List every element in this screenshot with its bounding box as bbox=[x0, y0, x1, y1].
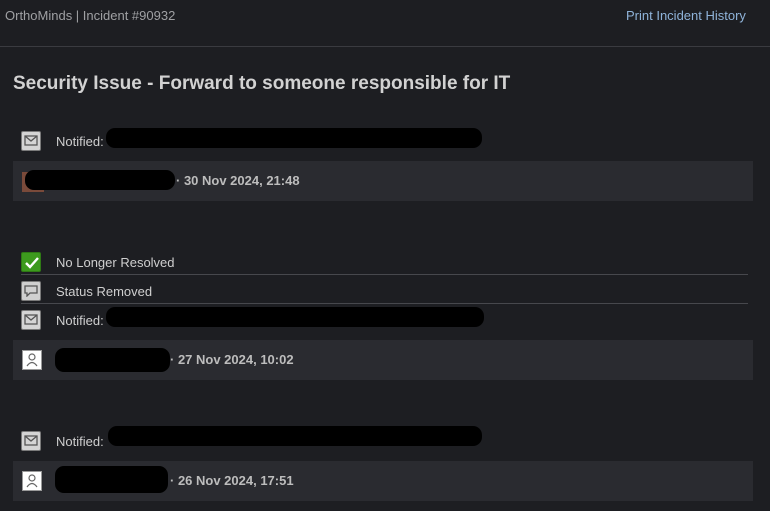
event-label: No Longer Resolved bbox=[56, 255, 175, 270]
mail-icon bbox=[21, 131, 41, 151]
user-avatar-icon bbox=[22, 471, 42, 491]
event-timestamp: · 26 Nov 2024, 17:51 bbox=[170, 473, 294, 488]
event-label: Notified: bbox=[56, 434, 104, 449]
mail-icon bbox=[21, 431, 41, 451]
event-author-bar: · 26 Nov 2024, 17:51 bbox=[13, 461, 753, 501]
history-event: Notified: bbox=[21, 304, 748, 333]
event-label: Status Removed bbox=[56, 284, 153, 299]
incident-title: Security Issue - Forward to someone resp… bbox=[13, 73, 511, 94]
top-bar: OrthoMinds | Incident #90932 Print Incid… bbox=[0, 0, 770, 47]
redacted-author-name bbox=[55, 348, 170, 372]
redacted-recipients bbox=[106, 307, 484, 327]
history-event: No Longer Resolved bbox=[21, 246, 748, 275]
event-author-bar: · 27 Nov 2024, 10:02 bbox=[13, 340, 753, 380]
redacted-author-name bbox=[55, 466, 168, 493]
event-author-bar: · 30 Nov 2024, 21:48 bbox=[13, 161, 753, 201]
event-timestamp: · 27 Nov 2024, 10:02 bbox=[170, 352, 294, 367]
redacted-recipients bbox=[106, 128, 482, 148]
comment-icon bbox=[21, 281, 41, 301]
history-event: Status Removed bbox=[21, 275, 748, 304]
print-incident-history-link[interactable]: Print Incident History bbox=[626, 8, 746, 23]
event-label: Notified: bbox=[56, 134, 104, 149]
breadcrumb: OrthoMinds | Incident #90932 bbox=[5, 8, 176, 23]
redacted-author-name bbox=[25, 170, 175, 190]
history-event: Notified: bbox=[21, 125, 748, 154]
checkmark-icon bbox=[21, 252, 41, 272]
event-timestamp: · 30 Nov 2024, 21:48 bbox=[176, 173, 300, 188]
mail-icon bbox=[21, 310, 41, 330]
redacted-recipients bbox=[108, 426, 482, 446]
event-label: Notified: bbox=[56, 313, 104, 328]
user-avatar-icon bbox=[22, 350, 42, 370]
history-event: Notified: bbox=[21, 425, 748, 454]
